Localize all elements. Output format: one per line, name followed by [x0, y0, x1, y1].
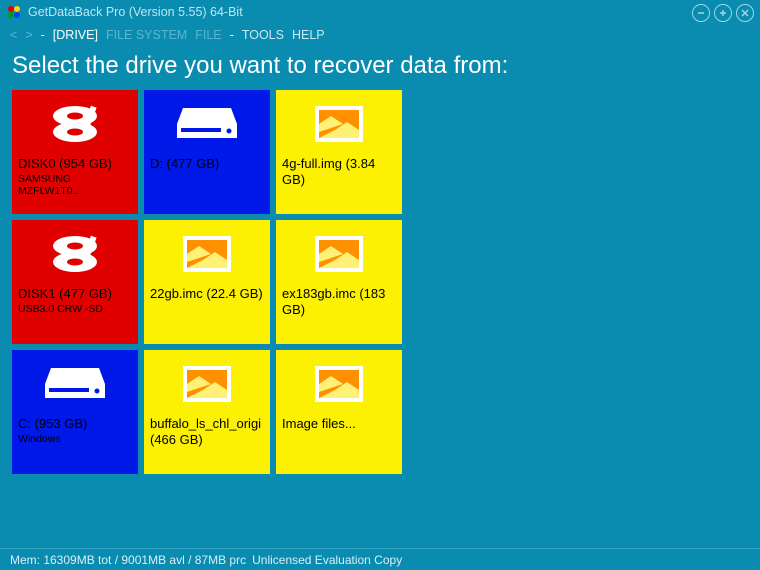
image-file-icon	[282, 356, 396, 412]
drive-tile-4[interactable]: 22gb.imc (22.4 GB)	[144, 220, 270, 344]
status-license: Unlicensed Evaluation Copy	[252, 553, 402, 567]
image-file-icon	[282, 96, 396, 152]
tile-label: buffalo_ls_chl_origi (466 GB)	[150, 416, 264, 449]
drive-tile-5[interactable]: ex183gb.imc (183 GB)	[276, 220, 402, 344]
status-bar: Mem: 16309MB tot / 9001MB avl / 87MB prc…	[0, 548, 760, 570]
drive-tile-1[interactable]: D: (477 GB)	[144, 90, 270, 214]
drive-tile-6[interactable]: C: (953 GB) Windows	[12, 350, 138, 474]
menu-sep-2: -	[230, 28, 234, 42]
tile-label: ex183gb.imc (183 GB)	[282, 286, 396, 319]
tile-sublabel: SAMSUNG MZFLW1T0..	[18, 174, 132, 197]
tile-label: Image files...	[282, 416, 396, 432]
maximize-button[interactable]	[714, 4, 732, 22]
titlebar: GetDataBack Pro (Version 5.55) 64-Bit	[0, 0, 760, 24]
close-button[interactable]	[736, 4, 754, 22]
drive-icon	[18, 356, 132, 412]
status-memory: Mem: 16309MB tot / 9001MB avl / 87MB prc	[10, 553, 246, 567]
tile-sublabel: USB3.0 CRW -SD	[18, 304, 132, 316]
drive-tile-8[interactable]: Image files...	[276, 350, 402, 474]
drive-grid: DISK0 (954 GB) SAMSUNG MZFLW1T0.. D: (47…	[0, 90, 760, 474]
drive-tile-3[interactable]: DISK1 (477 GB) USB3.0 CRW -SD	[12, 220, 138, 344]
tile-sublabel: Windows	[18, 434, 132, 446]
image-file-icon	[150, 356, 264, 412]
menu-sep-1: -	[41, 28, 45, 42]
menu-tools[interactable]: TOOLS	[242, 28, 284, 42]
window-title: GetDataBack Pro (Version 5.55) 64-Bit	[28, 5, 243, 19]
minimize-button[interactable]	[692, 4, 710, 22]
tile-label: 22gb.imc (22.4 GB)	[150, 286, 264, 302]
drive-tile-2[interactable]: 4g-full.img (3.84 GB)	[276, 90, 402, 214]
tile-label: DISK1 (477 GB)	[18, 286, 132, 302]
nav-back[interactable]: <	[10, 28, 17, 42]
window-buttons	[692, 4, 754, 22]
drive-icon	[150, 96, 264, 152]
menu-file[interactable]: FILE	[195, 28, 221, 42]
menu-drive[interactable]: [DRIVE]	[53, 28, 98, 42]
tile-label: C: (953 GB)	[18, 416, 132, 432]
tile-label: DISK0 (954 GB)	[18, 156, 132, 172]
image-file-icon	[150, 226, 264, 282]
nav-forward[interactable]: >	[25, 28, 32, 42]
drive-tile-7[interactable]: buffalo_ls_chl_origi (466 GB)	[144, 350, 270, 474]
menu-filesystem[interactable]: FILE SYSTEM	[106, 28, 187, 42]
image-file-icon	[282, 226, 396, 282]
tile-label: D: (477 GB)	[150, 156, 264, 172]
tile-label: 4g-full.img (3.84 GB)	[282, 156, 396, 189]
hard-disk-icon	[18, 226, 132, 282]
drive-tile-0[interactable]: DISK0 (954 GB) SAMSUNG MZFLW1T0..	[12, 90, 138, 214]
app-icon	[6, 4, 22, 20]
menubar: < > - [DRIVE] FILE SYSTEM FILE - TOOLS H…	[0, 24, 760, 46]
page-heading: Select the drive you want to recover dat…	[0, 46, 760, 90]
menu-help[interactable]: HELP	[292, 28, 325, 42]
hard-disk-icon	[18, 96, 132, 152]
